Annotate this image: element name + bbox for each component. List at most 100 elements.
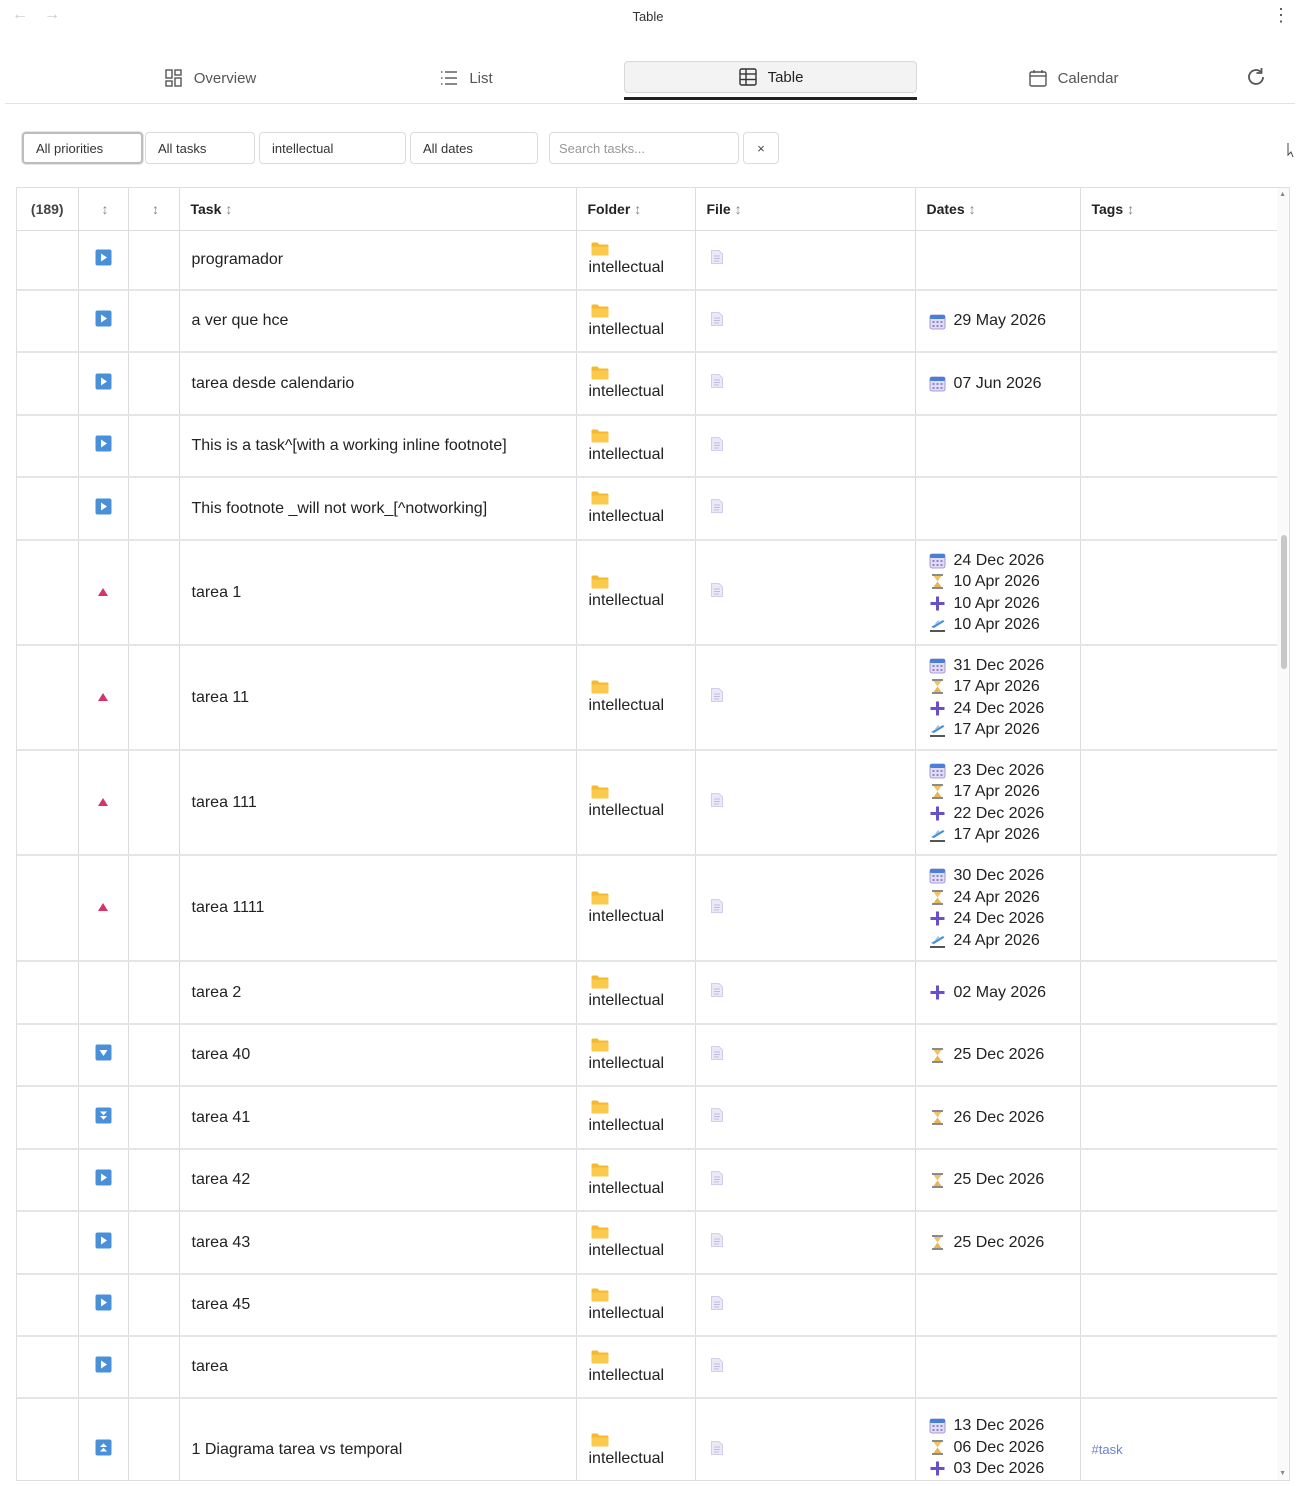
file-icon[interactable] <box>710 1295 723 1314</box>
file-icon[interactable] <box>710 688 723 706</box>
status-cell[interactable] <box>128 477 180 541</box>
dates-column-header[interactable]: Dates ↕ <box>915 188 1081 231</box>
tag-link[interactable]: #task <box>1092 1442 1123 1457</box>
task-cell[interactable]: tarea desde calendario <box>179 352 577 416</box>
table-row[interactable]: tarea 1111 intellectual 30 Dec 2026 24 Apr … <box>17 855 1279 962</box>
row-select-cell[interactable] <box>17 750 79 856</box>
folder-cell[interactable]: intellectual <box>576 1086 696 1150</box>
status-cell[interactable] <box>128 1149 180 1212</box>
priority-cell[interactable] <box>78 540 129 646</box>
table-row[interactable]: tarea 45 intellectual <box>17 1274 1279 1337</box>
folder-cell[interactable]: intellectual <box>576 1211 696 1275</box>
status-cell[interactable] <box>128 352 180 416</box>
file-cell[interactable] <box>695 290 916 353</box>
task-cell[interactable]: This is a task^[with a working inline fo… <box>179 415 577 478</box>
task-cell[interactable]: tarea 40 <box>179 1024 577 1087</box>
table-row[interactable]: 1 Diagrama tarea vs temporal intellectual… <box>17 1398 1279 1480</box>
refresh-icon[interactable] <box>1244 65 1268 89</box>
priority-cell[interactable] <box>78 1274 129 1337</box>
row-select-cell[interactable] <box>17 230 79 291</box>
row-select-cell[interactable] <box>17 477 79 541</box>
task-cell[interactable]: a ver que hce <box>179 290 577 353</box>
row-select-cell[interactable] <box>17 415 79 478</box>
row-select-cell[interactable] <box>17 1336 79 1399</box>
table-row[interactable]: tarea desde calendario intellectual 07 Jun… <box>17 352 1279 416</box>
file-icon[interactable] <box>710 898 723 917</box>
folder-cell[interactable]: intellectual <box>576 477 696 541</box>
status-cell[interactable] <box>128 540 180 646</box>
folder-cell[interactable]: intellectual <box>576 645 696 751</box>
table-scrollbar[interactable]: ▲ ▼ <box>1277 188 1289 1480</box>
priority-cell[interactable] <box>78 1086 129 1150</box>
priority-cell[interactable] <box>78 1398 129 1480</box>
tab-calendar[interactable]: Calendar <box>928 61 1218 95</box>
priority-cell[interactable] <box>78 1211 129 1275</box>
file-icon[interactable] <box>710 436 723 455</box>
folder-filter-select[interactable]: intellectual <box>259 132 406 164</box>
table-row[interactable]: tarea 43 intellectual 25 Dec 2026 <box>17 1211 1279 1275</box>
task-cell[interactable]: tarea <box>179 1336 577 1399</box>
table-row[interactable]: This footnote _will not work_[^notworkin… <box>17 477 1279 541</box>
file-icon[interactable] <box>710 311 723 330</box>
folder-cell[interactable]: intellectual <box>576 230 696 291</box>
table-row[interactable]: This is a task^[with a working inline fo… <box>17 415 1279 478</box>
priority-cell[interactable] <box>78 1024 129 1087</box>
priority-cell[interactable] <box>78 855 129 962</box>
task-cell[interactable]: tarea 43 <box>179 1211 577 1275</box>
file-cell[interactable] <box>695 1274 916 1337</box>
file-cell[interactable] <box>695 855 916 962</box>
table-row[interactable]: tarea 111 intellectual 23 Dec 2026 17 Apr 2… <box>17 750 1279 856</box>
task-cell[interactable]: tarea 111 <box>179 750 577 856</box>
file-icon[interactable] <box>710 374 723 392</box>
priority-cell[interactable] <box>78 750 129 856</box>
table-row[interactable]: programador intellectual <box>17 230 1279 291</box>
file-icon[interactable] <box>710 1108 723 1126</box>
clear-search-button[interactable]: × <box>743 132 779 164</box>
task-column-header[interactable]: Task ↕ <box>179 188 577 231</box>
folder-cell[interactable]: intellectual <box>576 961 696 1025</box>
priority-cell[interactable] <box>78 415 129 478</box>
row-select-cell[interactable] <box>17 855 79 962</box>
task-cell[interactable]: programador <box>179 230 577 291</box>
status-cell[interactable] <box>128 1336 180 1399</box>
status-filter-select[interactable]: All tasks <box>145 132 255 164</box>
file-cell[interactable] <box>695 1336 916 1399</box>
status-cell[interactable] <box>128 230 180 291</box>
row-select-cell[interactable] <box>17 1024 79 1087</box>
file-icon[interactable] <box>710 499 723 517</box>
row-select-cell[interactable] <box>17 1149 79 1212</box>
file-icon[interactable] <box>710 793 723 811</box>
file-cell[interactable] <box>695 750 916 856</box>
task-cell[interactable]: tarea 42 <box>179 1149 577 1212</box>
scroll-down-icon[interactable]: ▼ <box>1279 1470 1286 1477</box>
file-icon[interactable] <box>710 250 723 268</box>
table-row[interactable]: tarea 11 intellectual 31 Dec 2026 17 Apr 20… <box>17 645 1279 751</box>
status-cell[interactable] <box>128 645 180 751</box>
table-row[interactable]: a ver que hce intellectual 29 May 2026 <box>17 290 1279 353</box>
kebab-menu-icon[interactable]: ⋮ <box>1272 6 1290 24</box>
row-select-cell[interactable] <box>17 290 79 353</box>
file-icon[interactable] <box>710 983 723 1001</box>
file-cell[interactable] <box>695 352 916 416</box>
priority-filter-select[interactable]: All priorities <box>22 132 143 164</box>
table-row[interactable]: tarea 40 intellectual 25 Dec 2026 <box>17 1024 1279 1087</box>
tab-table[interactable]: Table <box>624 61 917 93</box>
folder-cell[interactable]: intellectual <box>576 1149 696 1212</box>
row-select-cell[interactable] <box>17 352 79 416</box>
row-select-cell[interactable] <box>17 1211 79 1275</box>
priority-cell[interactable] <box>78 1336 129 1399</box>
file-icon[interactable] <box>710 1170 723 1189</box>
priority-cell[interactable] <box>78 645 129 751</box>
file-cell[interactable] <box>695 645 916 751</box>
row-select-cell[interactable] <box>17 961 79 1025</box>
folder-cell[interactable]: intellectual <box>576 1398 696 1480</box>
status-cell[interactable] <box>128 1211 180 1275</box>
folder-cell[interactable]: intellectual <box>576 855 696 962</box>
priority-sort-header[interactable]: ↕ <box>78 188 129 231</box>
priority-cell[interactable] <box>78 230 129 291</box>
priority-cell[interactable] <box>78 961 129 1025</box>
row-select-cell[interactable] <box>17 1086 79 1150</box>
row-select-cell[interactable] <box>17 1274 79 1337</box>
status-cell[interactable] <box>128 961 180 1025</box>
status-sort-header[interactable]: ↕ <box>128 188 180 231</box>
